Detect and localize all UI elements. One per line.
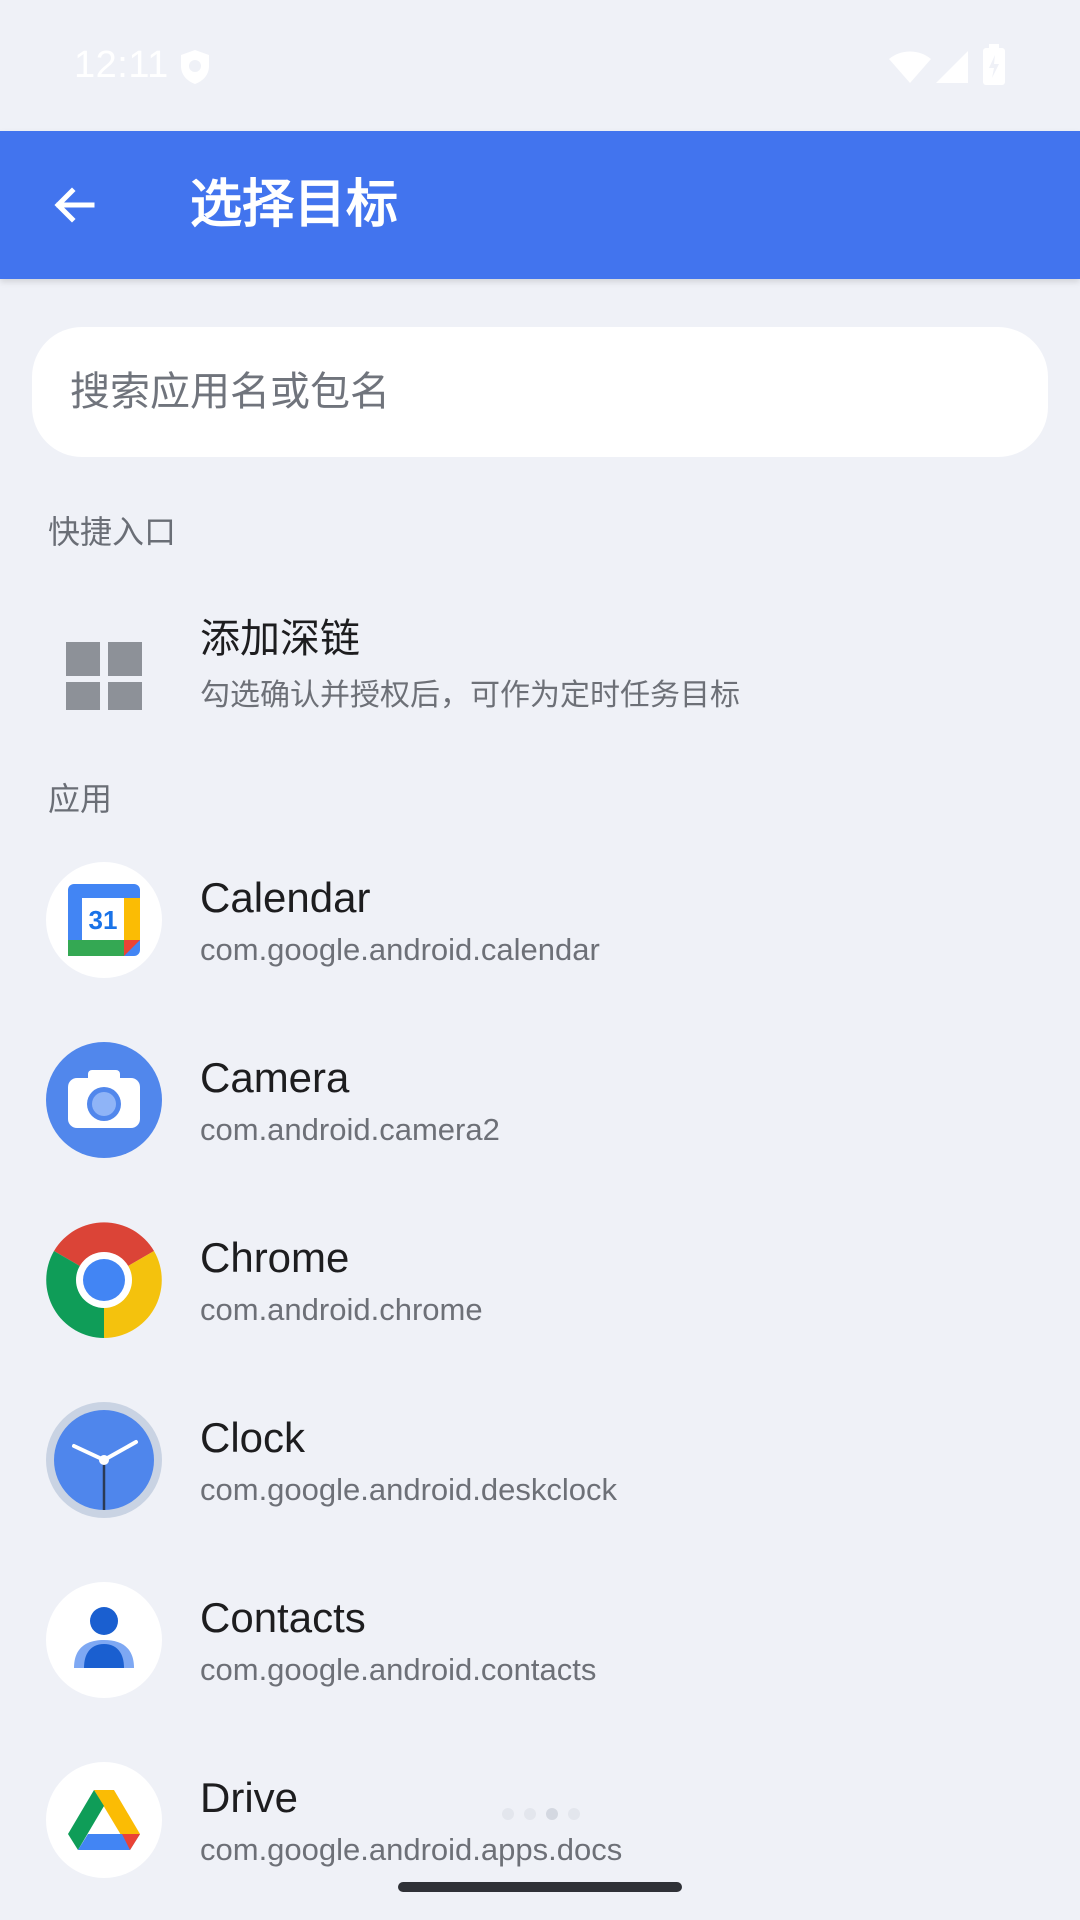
section-header-apps: 应用 — [48, 780, 113, 818]
grid-icon — [46, 594, 162, 716]
app-row-clock[interactable]: Clock com.google.android.deskclock — [0, 1374, 1080, 1544]
list-item-add-deeplink[interactable]: 添加深链 勾选确认并授权后，可作为定时任务目标 — [0, 566, 1080, 736]
camera-icon — [46, 1042, 162, 1158]
calendar-icon-text: 31 — [89, 905, 118, 935]
back-button[interactable] — [30, 161, 118, 249]
status-bar: 12:11 — [0, 0, 1080, 131]
chrome-icon — [46, 1222, 162, 1338]
section-header-shortcuts: 快捷入口 — [48, 513, 177, 551]
app-package: com.android.camera2 — [200, 1112, 500, 1147]
app-name: Clock — [200, 1414, 306, 1461]
app-name: Chrome — [200, 1234, 350, 1281]
shield-icon — [178, 48, 212, 90]
signal-icon — [934, 50, 970, 88]
search-input[interactable] — [32, 327, 1048, 457]
app-name: Drive — [200, 1774, 299, 1821]
clock-icon — [46, 1402, 162, 1518]
app-package: com.google.android.deskclock — [200, 1472, 618, 1507]
app-name: Contacts — [200, 1594, 366, 1641]
app-package: com.google.android.calendar — [200, 932, 600, 967]
app-row-chrome[interactable]: Chrome com.android.chrome — [0, 1194, 1080, 1364]
arrow-back-icon — [54, 187, 95, 223]
app-package: com.google.android.apps.docs — [200, 1832, 623, 1867]
calendar-icon: 31 — [46, 862, 162, 978]
list-item-subtitle: 勾选确认并授权后，可作为定时任务目标 — [200, 678, 740, 713]
status-time: 12:11 — [74, 44, 169, 86]
app-row-calendar[interactable]: 31 Calendar com.google.android.calendar — [0, 834, 1080, 1004]
wifi-icon — [888, 50, 932, 88]
page-indicator-dots — [500, 1806, 584, 1826]
app-row-camera[interactable]: Camera com.android.camera2 — [0, 1014, 1080, 1184]
battery-icon — [982, 44, 1006, 90]
list-item-title: 添加深链 — [200, 616, 360, 662]
app-package: com.google.android.contacts — [200, 1652, 597, 1687]
app-name: Camera — [200, 1054, 350, 1101]
page-title: 选择目标 — [190, 175, 399, 235]
drive-icon — [46, 1762, 162, 1878]
contacts-icon — [46, 1582, 162, 1698]
home-indicator[interactable] — [398, 1882, 682, 1892]
app-name: Calendar — [200, 874, 371, 921]
app-bar: 选择目标 — [0, 131, 1080, 279]
app-package: com.android.chrome — [200, 1292, 483, 1327]
app-row-contacts[interactable]: Contacts com.google.android.contacts — [0, 1554, 1080, 1724]
